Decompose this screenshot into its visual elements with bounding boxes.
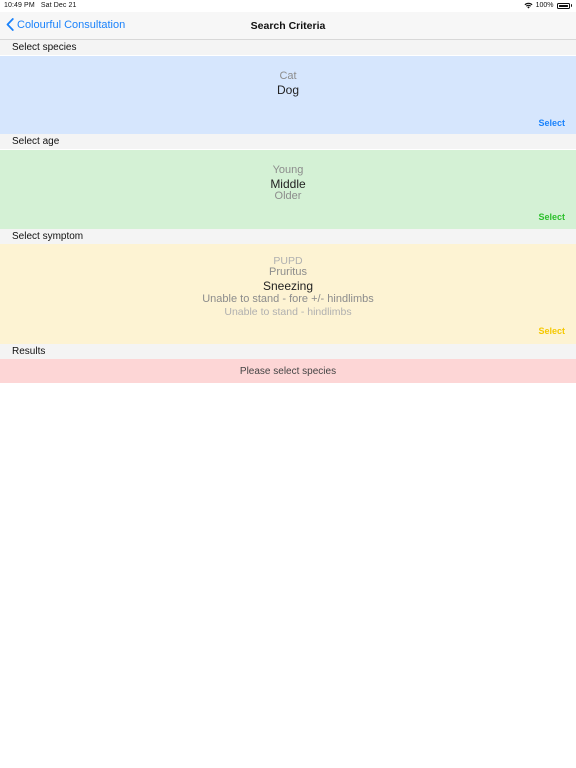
age-select-button[interactable]: Select [538,212,565,222]
status-indicators: 100% [524,2,572,9]
age-section-header: Select age [0,134,576,149]
symptom-section-header: Select symptom [0,229,576,244]
status-time: 10:49 PM [4,2,35,9]
species-picker[interactable]: Cat Dog Select [0,56,576,134]
species-select-button[interactable]: Select [538,118,565,128]
status-date: Sat Dec 21 [40,2,77,9]
battery-icon [556,2,572,9]
navigation-bar: Colourful Consultation Search Criteria [0,12,576,40]
results-banner: Please select species [0,359,576,383]
symptom-option-unable-stand-hind[interactable]: Unable to stand - hindlimbs [0,306,576,318]
wifi-icon [524,2,533,9]
status-time-date: 10:49 PM Sat Dec 21 [4,2,77,9]
age-option-older[interactable]: Older [0,190,576,202]
chevron-left-icon [6,18,14,31]
species-option-cat[interactable]: Cat [0,70,576,82]
results-section-header: Results [0,344,576,359]
symptom-option-sneezing-selected[interactable]: Sneezing [0,279,576,293]
status-bar: 10:49 PM Sat Dec 21 100% [0,0,576,12]
species-header-label: Select species [12,42,77,53]
species-section-header: Select species [0,40,576,55]
results-message: Please select species [239,366,337,377]
symptom-option-unable-stand-fore[interactable]: Unable to stand - fore +/- hindlimbs [0,293,576,305]
age-picker[interactable]: Young Middle Older Select [0,150,576,229]
back-button-label: Colourful Consultation [17,18,126,31]
back-button[interactable]: Colourful Consultation [6,18,125,31]
battery-percent: 100% [535,2,554,9]
symptom-picker[interactable]: PUPD Pruritus Sneezing Unable to stand -… [0,244,576,344]
age-option-middle-selected[interactable]: Middle [0,177,576,191]
symptom-option-pruritus[interactable]: Pruritus [0,266,576,278]
age-option-young[interactable]: Young [0,164,576,176]
symptom-header-label: Select symptom [12,231,84,242]
species-option-dog-selected[interactable]: Dog [0,83,576,97]
symptom-select-button[interactable]: Select [538,326,565,336]
results-header-label: Results [12,346,46,357]
age-header-label: Select age [12,136,60,147]
